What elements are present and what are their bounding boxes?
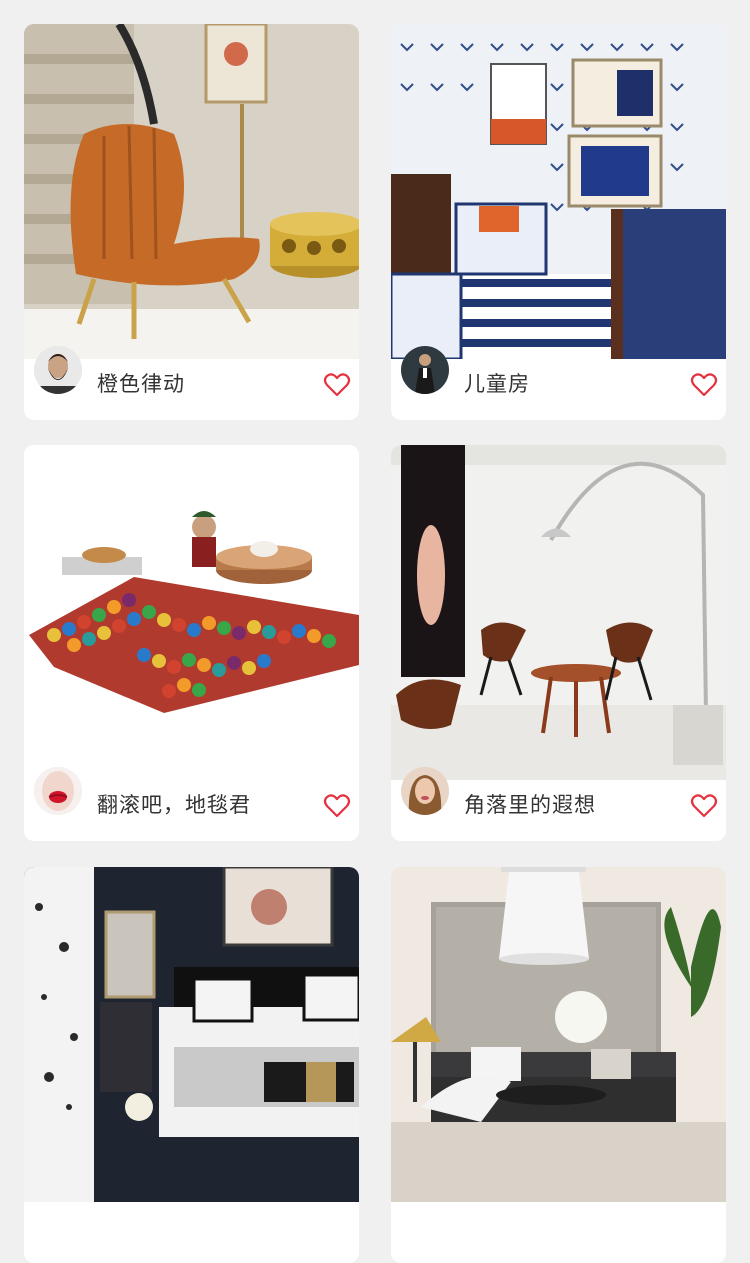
card-grid: 橙色律动 儿童房 翻滚吧，地毯君 角落里的遐想 <box>0 0 750 1263</box>
bearded-man-avatar[interactable] <box>34 346 82 394</box>
heart-outline-icon[interactable] <box>322 791 352 821</box>
card-title: 儿童房 <box>464 372 530 396</box>
orange-lounge-chair-photo[interactable] <box>24 24 359 359</box>
man-in-suit-avatar[interactable] <box>401 346 449 394</box>
living-room-pendant-photo[interactable] <box>391 867 726 1202</box>
heart-outline-icon[interactable] <box>322 370 352 400</box>
card-corner[interactable]: 角落里的遐想 <box>391 445 726 841</box>
card-title: 角落里的遐想 <box>464 793 596 817</box>
red-lips-avatar[interactable] <box>34 767 82 815</box>
heart-outline-icon[interactable] <box>689 791 719 821</box>
card-living-room[interactable] <box>391 867 726 1263</box>
pom-pom-rug-photo[interactable] <box>24 445 359 780</box>
dark-bedroom-photo[interactable] <box>24 867 359 1202</box>
woman-portrait-avatar[interactable] <box>401 767 449 815</box>
heart-outline-icon[interactable] <box>689 370 719 400</box>
card-title: 翻滚吧，地毯君 <box>97 793 251 817</box>
card-bedroom[interactable] <box>24 867 359 1263</box>
card-rug[interactable]: 翻滚吧，地毯君 <box>24 445 359 841</box>
card-kids-room[interactable]: 儿童房 <box>391 24 726 420</box>
card-orange-rhythm[interactable]: 橙色律动 <box>24 24 359 420</box>
nautical-kids-room-photo[interactable] <box>391 24 726 359</box>
arc-lamp-corner-photo[interactable] <box>391 445 726 780</box>
card-title: 橙色律动 <box>97 372 185 396</box>
